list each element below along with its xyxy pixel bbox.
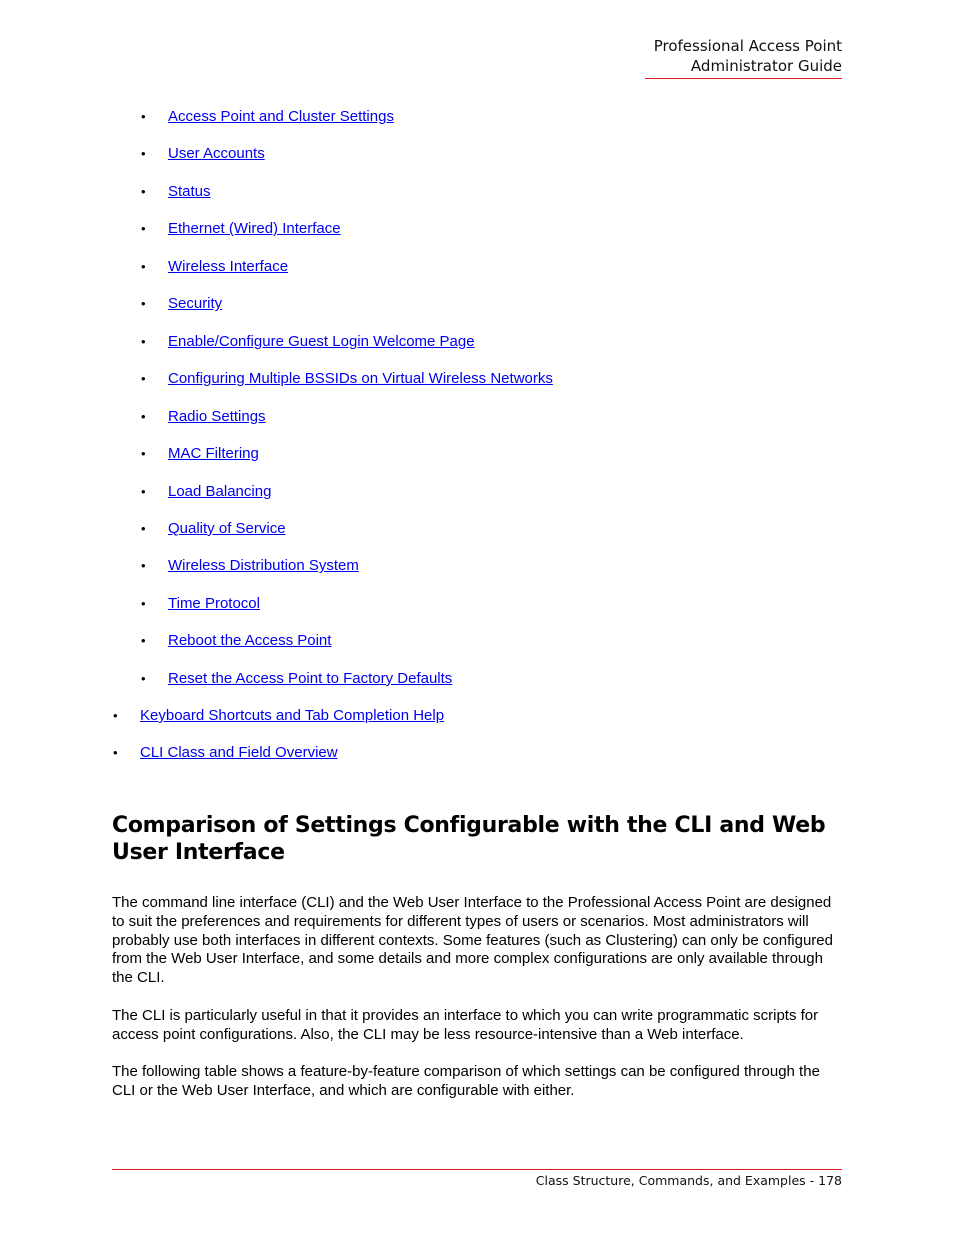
section-heading: Comparison of Settings Configurable with… <box>112 813 826 865</box>
toc-link[interactable]: Wireless Distribution System <box>168 557 359 575</box>
bullet-icon: • <box>141 296 146 312</box>
bullet-icon: • <box>141 558 146 574</box>
toc-link[interactable]: User Accounts <box>168 145 265 163</box>
toc-link[interactable]: CLI Class and Field Overview <box>140 744 338 762</box>
header-rule <box>645 78 842 79</box>
toc-link[interactable]: Ethernet (Wired) Interface <box>168 220 341 238</box>
toc-link[interactable]: Quality of Service <box>168 520 286 538</box>
bullet-icon: • <box>141 633 146 649</box>
header-title-line1: Professional Access Point <box>653 37 842 55</box>
toc-link[interactable]: MAC Filtering <box>168 445 259 463</box>
bullet-icon: • <box>141 408 146 424</box>
toc-link[interactable]: Configuring Multiple BSSIDs on Virtual W… <box>168 370 553 388</box>
bullet-icon: • <box>113 708 118 723</box>
bullet-icon: • <box>141 258 146 274</box>
toc-link[interactable]: Status <box>168 183 211 201</box>
bullet-icon: • <box>113 745 118 761</box>
document-page: Professional Access Point Administrator … <box>0 0 954 1235</box>
bullet-icon: • <box>141 109 146 124</box>
paragraph-cli: The CLI is particularly useful in that i… <box>112 1007 819 1043</box>
running-header: Professional Access Point Administrator … <box>654 36 842 76</box>
bullet-icon: • <box>141 520 146 536</box>
toc-link[interactable]: Access Point and Cluster Settings <box>168 108 394 126</box>
toc-link[interactable]: Enable/Configure Guest Login Welcome Pag… <box>168 333 475 351</box>
bullet-icon: • <box>141 670 146 686</box>
bullet-icon: • <box>141 146 146 162</box>
toc-link[interactable]: Load Balancing <box>168 483 271 501</box>
bullet-icon: • <box>141 446 146 462</box>
page-footer: Class Structure, Commands, and Examples … <box>535 1173 842 1188</box>
toc-link[interactable]: Wireless Interface <box>168 258 288 276</box>
toc-link[interactable]: Time Protocol <box>168 595 260 613</box>
bullet-icon: • <box>141 483 146 499</box>
bullet-icon: • <box>141 371 146 387</box>
paragraph-table-intro: The following table shows a feature-by-f… <box>112 1063 820 1099</box>
toc-link[interactable]: Reset the Access Point to Factory Defaul… <box>168 670 452 688</box>
toc-link[interactable]: Reboot the Access Point <box>168 632 331 650</box>
bullet-icon: • <box>141 595 146 611</box>
toc-link[interactable]: Keyboard Shortcuts and Tab Completion He… <box>140 707 444 725</box>
footer-rule <box>112 1169 842 1170</box>
toc-link[interactable]: Security <box>168 295 222 313</box>
toc-link[interactable]: Radio Settings <box>168 408 266 426</box>
paragraph-intro: The command line interface (CLI) and the… <box>112 894 833 987</box>
header-title-line2: Administrator Guide <box>690 57 842 75</box>
bullet-icon: • <box>141 221 146 237</box>
bullet-icon: • <box>141 333 146 349</box>
bullet-icon: • <box>141 183 146 199</box>
